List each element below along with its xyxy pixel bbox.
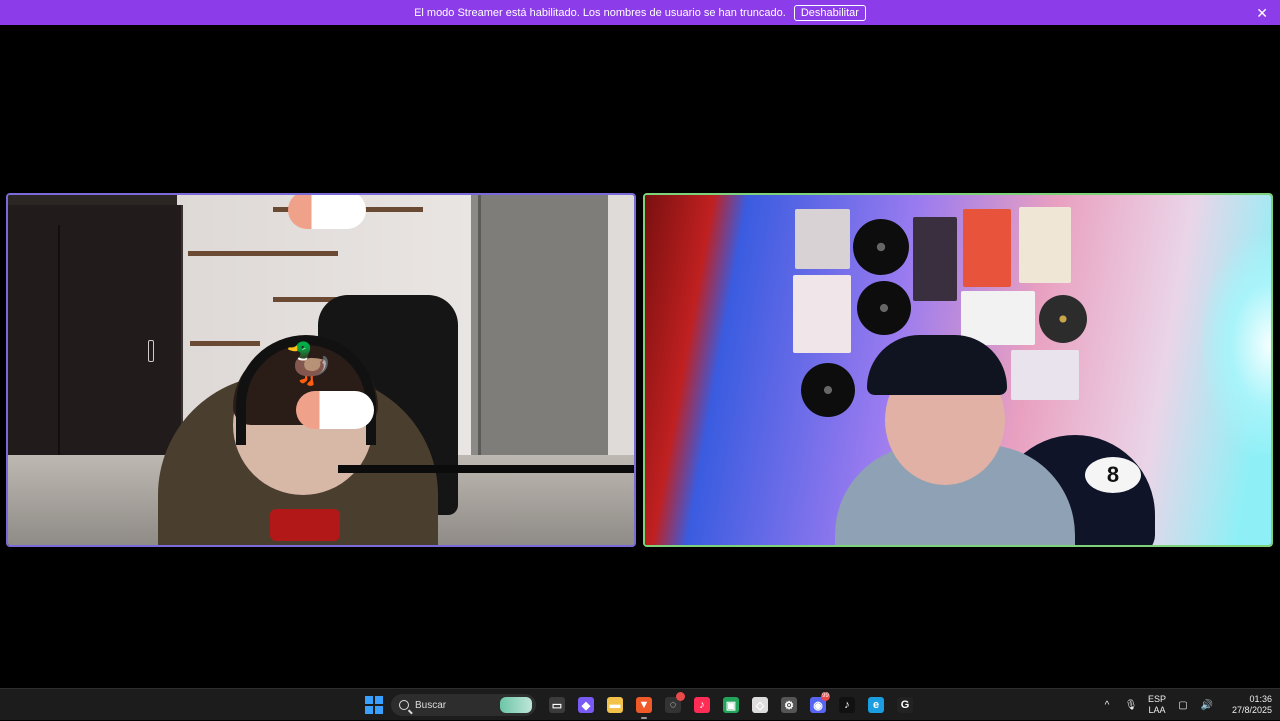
keyboard-layout: LAA bbox=[1148, 705, 1166, 715]
volume-icon[interactable]: 🔊 bbox=[1200, 698, 1214, 712]
taskbar-app-app-green[interactable]: ▣ bbox=[719, 693, 743, 717]
task-view-icon: ▭ bbox=[549, 697, 565, 713]
microphone-icon[interactable]: 🎙 bbox=[1124, 698, 1138, 712]
taskbar-app-file-explorer[interactable]: ▬ bbox=[603, 693, 627, 717]
clock[interactable]: 01:36 27/8/2025 bbox=[1232, 694, 1272, 716]
eight-ball-label: 8 bbox=[1085, 457, 1141, 493]
poster bbox=[1011, 350, 1079, 400]
poster bbox=[1019, 207, 1071, 283]
video-call-stage: 🦆 8 bbox=[0, 25, 1280, 688]
notification-badge: 99 bbox=[821, 692, 830, 701]
taskbar-app-edge[interactable]: e bbox=[864, 693, 888, 717]
poster bbox=[913, 217, 957, 301]
wall-shelf bbox=[188, 251, 338, 256]
clock-date: 27/8/2025 bbox=[1231, 705, 1272, 715]
shell-sticker bbox=[296, 391, 374, 429]
system-tray: ^ 🎙 ESP LAA ▢ 🔊 01:36 27/8/2025 bbox=[1100, 689, 1272, 721]
search-highlight-icon bbox=[500, 697, 532, 713]
close-icon[interactable]: ✕ bbox=[1256, 5, 1268, 22]
microphone bbox=[270, 509, 340, 541]
clock-time: 01:36 bbox=[1249, 694, 1272, 704]
search-placeholder: Buscar bbox=[415, 699, 447, 711]
edge-icon: e bbox=[868, 697, 884, 713]
poster bbox=[793, 275, 851, 353]
input-language[interactable]: ESP LAA bbox=[1148, 694, 1166, 716]
network-icon[interactable]: ▢ bbox=[1176, 698, 1190, 712]
vinyl-record bbox=[857, 281, 911, 335]
taskbar-app-task-view[interactable]: ▭ bbox=[545, 693, 569, 717]
participant-video-left[interactable]: 🦆 bbox=[6, 193, 636, 547]
vinyl-record bbox=[801, 363, 855, 417]
taskbar-app-app-circle[interactable]: ◌ bbox=[661, 692, 685, 717]
settings-icon: ⚙ bbox=[781, 697, 797, 713]
taskbar: Buscar ▭ ◆ ▬ ▼ ◌ ♪ ▣ ◇ ⚙ ◉ 99 ♪ e G ^ 🎙 ESP LAA ▢ 🔊 0… bbox=[0, 688, 1280, 720]
wardrobe bbox=[8, 205, 183, 490]
app-g-icon: G bbox=[897, 697, 913, 713]
brave-icon: ▼ bbox=[636, 697, 652, 713]
file-explorer-icon: ▬ bbox=[607, 697, 623, 713]
app-green-icon: ▣ bbox=[723, 697, 739, 713]
taskbar-app-app-white[interactable]: ◇ bbox=[748, 693, 772, 717]
taskbar-app-discord[interactable]: ◉ 99 bbox=[806, 692, 830, 717]
taskbar-search[interactable]: Buscar bbox=[391, 694, 536, 716]
chevron-up-icon[interactable]: ^ bbox=[1100, 698, 1114, 712]
streamer-mode-banner: El modo Streamer está habilitado. Los no… bbox=[0, 0, 1280, 25]
streamer-mode-message: El modo Streamer está habilitado. Los no… bbox=[414, 6, 786, 19]
mic-arm bbox=[338, 465, 634, 473]
poster bbox=[961, 291, 1035, 345]
taskbar-app-settings[interactable]: ⚙ bbox=[777, 693, 801, 717]
shell-sticker bbox=[288, 195, 366, 229]
tiktok-live-icon: ♪ bbox=[694, 697, 710, 713]
notification-badge bbox=[676, 692, 685, 701]
taskbar-app-app-g[interactable]: G bbox=[893, 693, 917, 717]
wall-shelf bbox=[190, 341, 260, 346]
disable-streamer-mode-button[interactable]: Deshabilitar bbox=[793, 4, 866, 21]
participant-video-right[interactable]: 8 bbox=[643, 193, 1273, 547]
taskbar-app-tiktok[interactable]: ♪ bbox=[835, 693, 859, 717]
vinyl-record bbox=[853, 219, 909, 275]
poster bbox=[963, 209, 1011, 287]
taskbar-app-brave[interactable]: ▼ bbox=[632, 693, 656, 719]
app-white-icon: ◇ bbox=[752, 697, 768, 713]
language-code: ESP bbox=[1147, 694, 1166, 704]
light-glow bbox=[1201, 235, 1271, 455]
taskbar-app-tiktok-live[interactable]: ♪ bbox=[690, 693, 714, 717]
taskbar-apps: Buscar ▭ ◆ ▬ ▼ ◌ ♪ ▣ ◇ ⚙ ◉ 99 ♪ e G bbox=[362, 692, 917, 719]
search-icon bbox=[399, 700, 409, 710]
duck-sticker: 🦆 bbox=[284, 342, 334, 386]
copilot-icon: ◆ bbox=[578, 697, 594, 713]
vinyl-record bbox=[1039, 295, 1087, 343]
windows-start-button[interactable] bbox=[362, 693, 386, 717]
taskbar-app-copilot[interactable]: ◆ bbox=[574, 693, 598, 717]
poster bbox=[795, 209, 850, 269]
tiktok-icon: ♪ bbox=[839, 697, 855, 713]
